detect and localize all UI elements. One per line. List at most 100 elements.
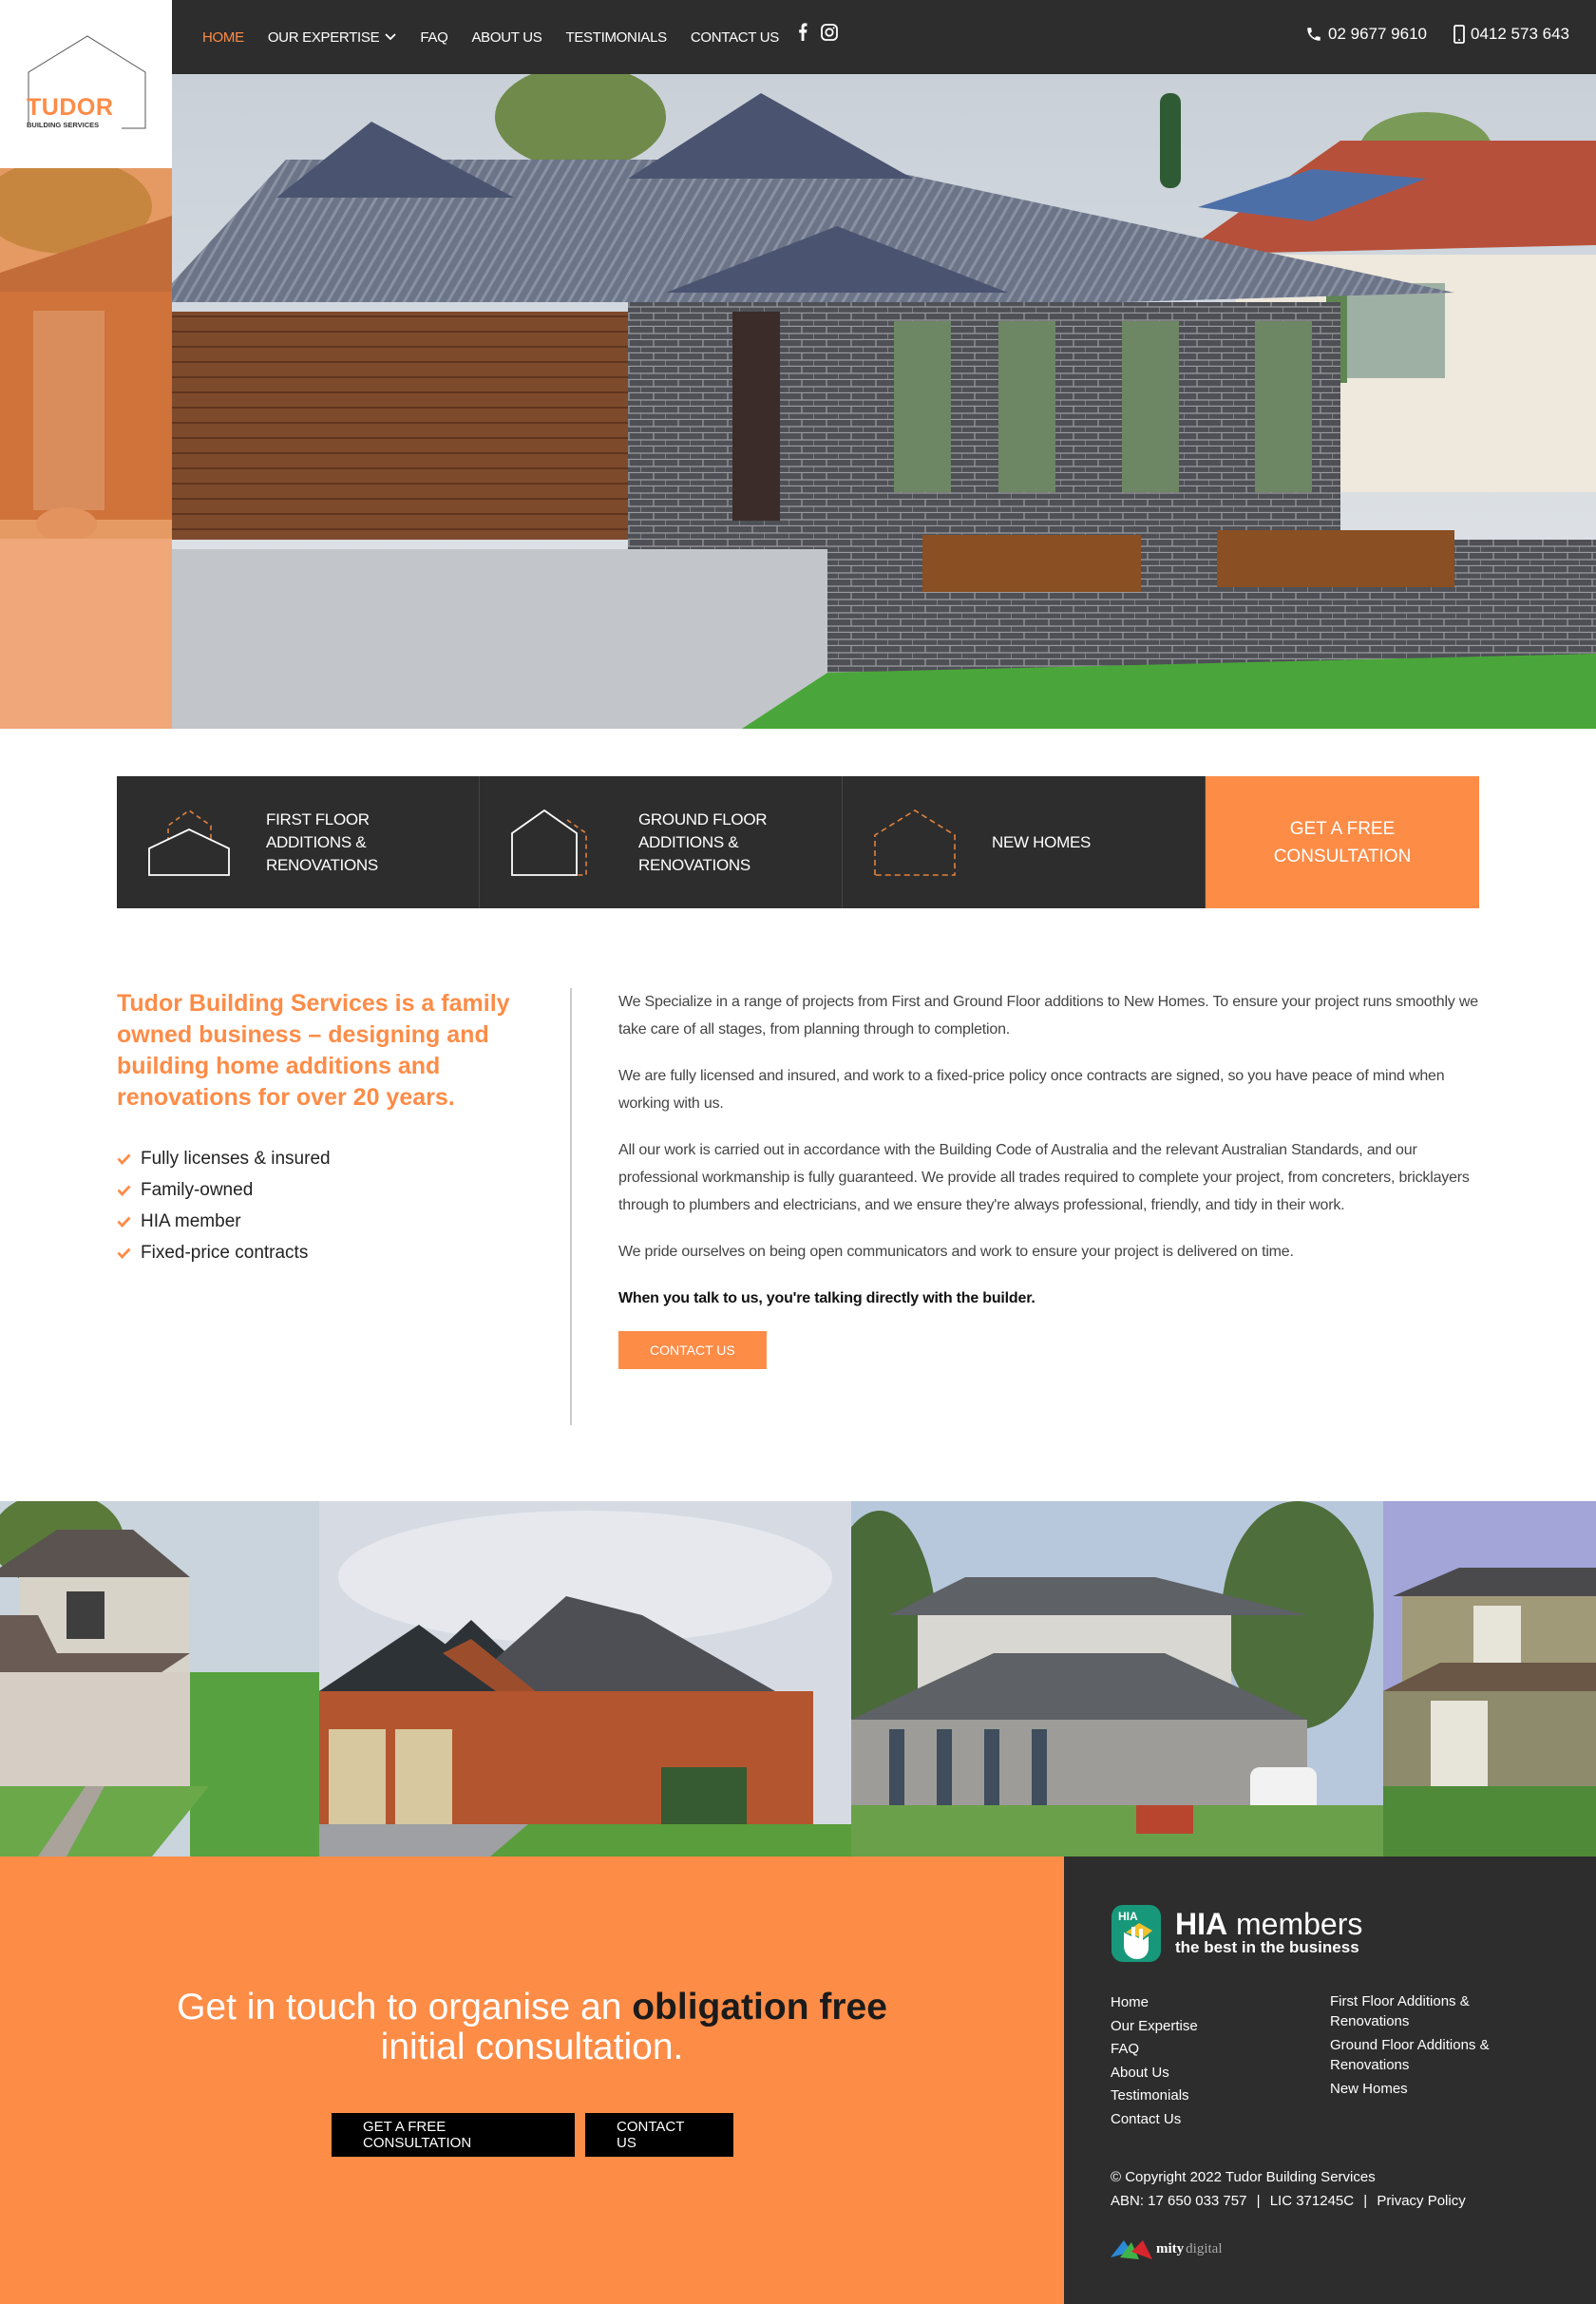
mobile-link[interactable]: 0412 573 643 [1454, 25, 1569, 44]
cta-heading-pre: Get in touch to organise an [177, 1987, 633, 2028]
about-paragraph: We pride ourselves on being open communi… [618, 1244, 1294, 1260]
hero-left-tinted-image [0, 168, 172, 729]
checklist-item: Family-owned [117, 1174, 331, 1206]
nav-contact-us[interactable]: CONTACT US [691, 29, 779, 46]
service-first-floor-label: FIRST FLOOR ADDITIONS & RENOVATIONS [266, 809, 378, 874]
hia-logo-text: HIA [1118, 1910, 1138, 1923]
logo-house-icon [28, 35, 146, 129]
nav-contact-label: CONTACT US [690, 29, 780, 46]
free-consultation-button[interactable]: GET A FREE CONSULTATION [1206, 776, 1479, 908]
separator: | [1256, 2193, 1261, 2209]
checklist-item: Fixed-price contracts [117, 1237, 331, 1268]
logo[interactable]: TUDOR BUILDING SERVICES [0, 0, 172, 168]
credit-light: digital [1186, 2240, 1223, 2256]
cta-contact-us-button[interactable]: CONTACT US [585, 2113, 733, 2157]
hia-members-badge[interactable]: HIA HIA members the best in the business [1111, 1904, 1362, 1963]
checklist-text: Family-owned [141, 1179, 254, 1200]
about-paragraph: We Specialize in a range of projects fro… [618, 994, 1478, 1038]
copyright-text: © Copyright 2022 Tudor Building Services [1111, 2169, 1376, 2185]
phone-number: 02 9677 9610 [1328, 25, 1427, 43]
footer-link-faq[interactable]: FAQ [1111, 2038, 1301, 2062]
hia-title: HIA [1175, 1907, 1228, 1941]
vertical-divider [570, 988, 572, 1425]
feature-checklist: Fully licenses & insured Family-owned HI… [117, 1143, 331, 1268]
footer-links-services: First Floor Additions & Renovations Grou… [1330, 1991, 1520, 2099]
logo-tagline: BUILDING SERVICES [27, 121, 100, 129]
checkmark-icon [117, 1153, 131, 1165]
service-new-homes-label: NEW HOMES [992, 832, 1092, 851]
licence-text: LIC 371245C [1269, 2193, 1355, 2209]
checklist-item: Fully licenses & insured [117, 1143, 331, 1174]
service-new-homes[interactable]: NEW HOMES [843, 776, 1206, 908]
first-floor-house-icon [148, 809, 230, 876]
registration-line: ABN: 17 650 033 757 | LIC 371245C | Priv… [1111, 2189, 1466, 2213]
checklist-text: Fixed-price contracts [141, 1242, 309, 1263]
about-paragraph: All our work is carried out in accordanc… [618, 1142, 1470, 1213]
mity-digital-credit[interactable]: mity digital [1111, 2237, 1223, 2261]
nav-testimonials-label: TESTIMONIALS [565, 29, 667, 46]
instagram-icon[interactable] [821, 23, 838, 41]
about-body: We Specialize in a range of projects fro… [618, 988, 1483, 1369]
service-ground-floor[interactable]: GROUND FLOOR ADDITIONS & RENOVATIONS [480, 776, 843, 908]
hia-tagline: the best in the business [1175, 1938, 1359, 1956]
about-headline: Tudor Building Services is a family owne… [117, 990, 510, 1111]
footer-link-ground-floor[interactable]: Ground Floor Additions & Renovations [1330, 2035, 1520, 2075]
grey-two-storey-house-photo [851, 1501, 1383, 1857]
footer-link-about[interactable]: About Us [1111, 2062, 1301, 2085]
mobile-phone-icon [1454, 25, 1465, 44]
ground-floor-house-icon [511, 809, 587, 876]
footer-legal: © Copyright 2022 Tudor Building Services… [1111, 2165, 1466, 2213]
project-photo [1383, 1501, 1596, 1857]
phone-link[interactable]: 02 9677 9610 [1305, 25, 1427, 44]
contact-us-button[interactable]: CONTACT US [618, 1331, 767, 1369]
abn-text: ABN: 17 650 033 757 [1111, 2193, 1247, 2209]
footer-link-new-homes[interactable]: New Homes [1330, 2079, 1520, 2099]
checkmark-icon [117, 1216, 131, 1228]
cta-heading-post: initial consultation. [380, 2027, 684, 2067]
get-free-consultation-button[interactable]: GET A FREE CONSULTATION [332, 2113, 575, 2157]
about-paragraph: We are fully licensed and insured, and w… [618, 1068, 1445, 1112]
privacy-policy-link[interactable]: Privacy Policy [1377, 2193, 1465, 2209]
phone-icon [1307, 28, 1320, 41]
nav-about-label: ABOUT US [471, 29, 542, 46]
nav-home[interactable]: HOME [202, 29, 244, 46]
mity-digital-logo-icon [1111, 2240, 1152, 2259]
contact-phones: 02 9677 9610 0412 573 643 [1305, 25, 1569, 44]
nav-faq[interactable]: FAQ [420, 29, 447, 46]
facebook-icon[interactable] [798, 23, 808, 41]
nav-home-label: HOME [202, 29, 244, 46]
nav-faq-label: FAQ [420, 29, 448, 46]
cta-heading: Get in touch to organise an obligation f… [0, 1988, 1064, 2067]
social-links [798, 23, 838, 41]
footer-links-main: Home Our Expertise FAQ About Us Testimon… [1111, 1991, 1301, 2131]
footer: HIA HIA members the best in the business… [1064, 1857, 1596, 2304]
nav-expertise-label: OUR EXPERTISE [267, 29, 380, 46]
nav-testimonials[interactable]: TESTIMONIALS [565, 29, 667, 46]
hero-image [172, 74, 1596, 729]
olive-house-photo [1383, 1501, 1596, 1857]
checkmark-icon [117, 1185, 131, 1196]
nav-our-expertise[interactable]: OUR EXPERTISE [268, 29, 397, 46]
main-nav: HOME OUR EXPERTISE FAQ ABOUT US TESTIMON… [202, 0, 779, 74]
new-home-icon [874, 809, 956, 876]
footer-link-expertise[interactable]: Our Expertise [1111, 2015, 1301, 2039]
chevron-down-icon [385, 33, 396, 41]
checkmark-icon [117, 1247, 131, 1259]
service-ground-floor-label: GROUND FLOOR ADDITIONS & RENOVATIONS [638, 809, 768, 874]
cta-heading-bold: obligation free [632, 1987, 887, 2028]
footer-link-home[interactable]: Home [1111, 1991, 1301, 2015]
free-consultation-label: GET A FREE CONSULTATION [1273, 818, 1412, 866]
hero-left-photo [0, 168, 172, 729]
footer-link-first-floor[interactable]: First Floor Additions & Renovations [1330, 1991, 1520, 2031]
about-bold-line: When you talk to us, you're talking dire… [618, 1290, 1036, 1306]
brick-house-photo [319, 1501, 851, 1857]
hia-text: HIA members the best in the business [1175, 1907, 1362, 1957]
project-photo [0, 1501, 319, 1857]
nav-about-us[interactable]: ABOUT US [471, 29, 542, 46]
service-first-floor[interactable]: FIRST FLOOR ADDITIONS & RENOVATIONS [117, 776, 480, 908]
separator: | [1363, 2193, 1368, 2209]
services-bar: FIRST FLOOR ADDITIONS & RENOVATIONS GROU… [117, 776, 1479, 908]
footer-link-testimonials[interactable]: Testimonials [1111, 2085, 1301, 2108]
two-storey-house-photo [0, 1501, 319, 1857]
footer-link-contact[interactable]: Contact Us [1111, 2108, 1301, 2132]
